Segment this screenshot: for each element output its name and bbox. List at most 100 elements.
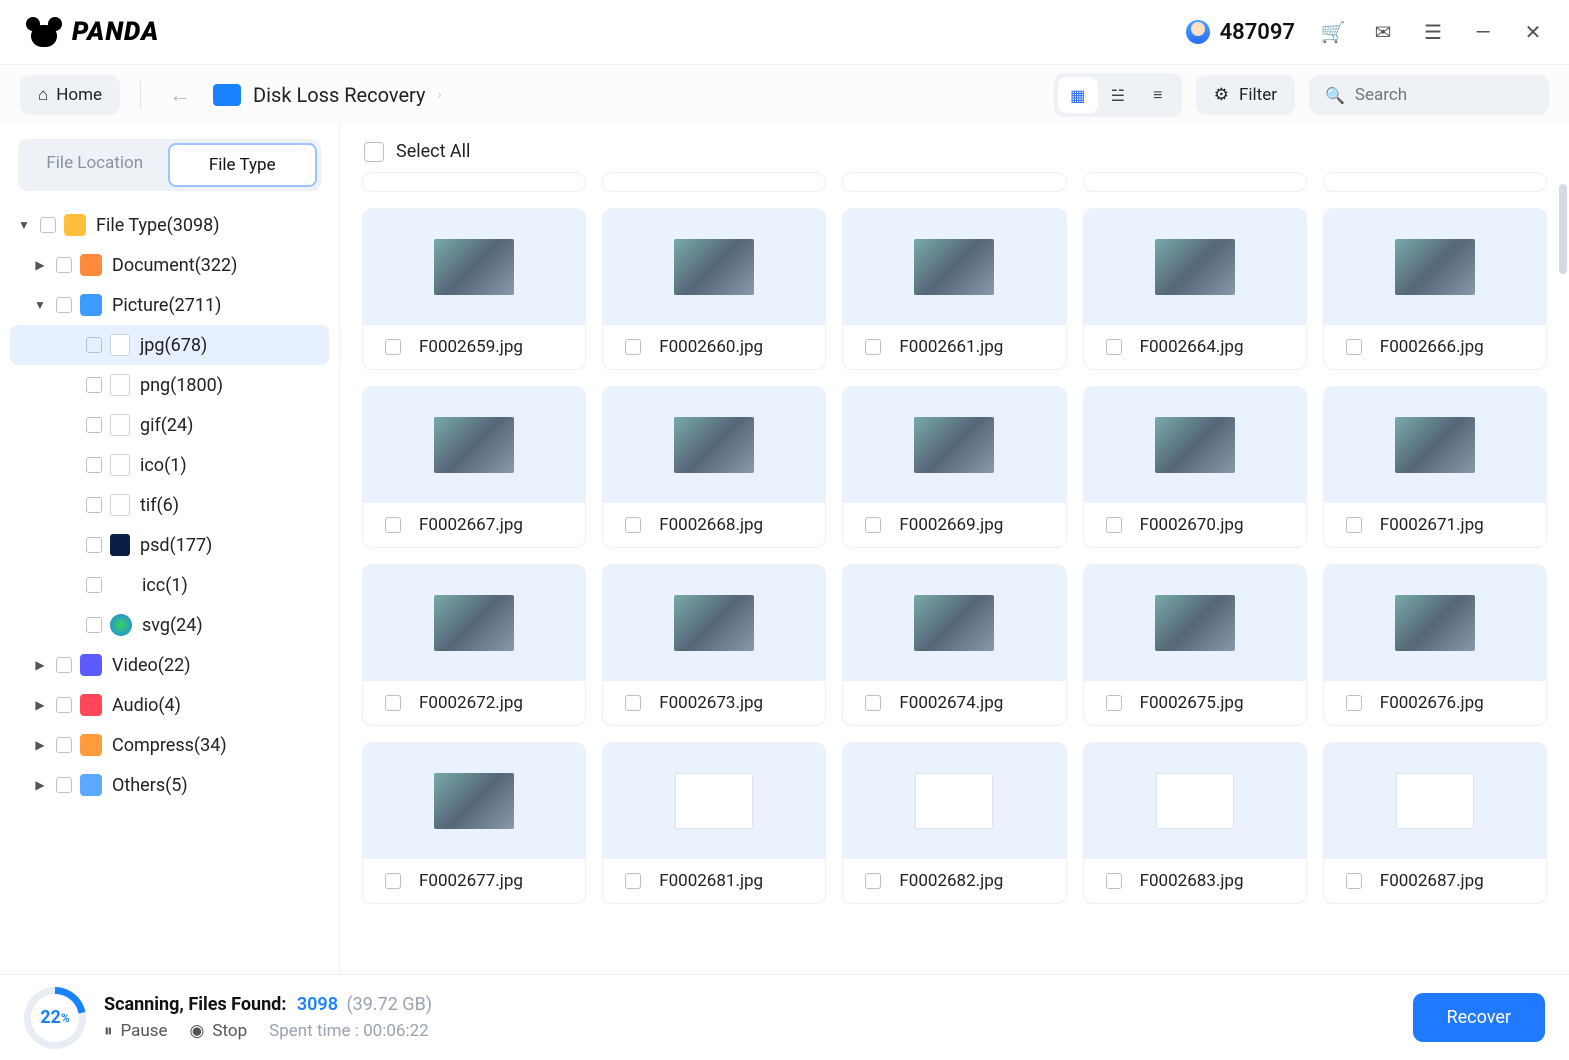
file-card[interactable]: F0002661.jpg [842, 208, 1066, 370]
tree-cat-others[interactable]: ▶ Others(5) [10, 765, 329, 805]
checkbox[interactable] [56, 297, 72, 313]
cart-icon[interactable]: 🛒 [1321, 20, 1345, 44]
home-button[interactable]: ⌂ Home [20, 75, 120, 115]
checkbox[interactable] [86, 617, 102, 633]
file-card[interactable]: F0002683.jpg [1083, 742, 1307, 904]
file-card[interactable]: F0002681.jpg [602, 742, 826, 904]
chevron-down-icon[interactable]: ▼ [32, 298, 48, 312]
file-card-partial[interactable] [602, 172, 826, 192]
tree-root-file-type[interactable]: ▼ File Type(3098) [10, 205, 329, 245]
user-points[interactable]: 487097 [1186, 20, 1295, 45]
file-checkbox[interactable] [385, 517, 401, 533]
tree-cat-document[interactable]: ▶ Document(322) [10, 245, 329, 285]
file-checkbox[interactable] [1346, 517, 1362, 533]
view-grid-button[interactable]: ▦ [1058, 77, 1098, 113]
file-card[interactable]: F0002659.jpg [362, 208, 586, 370]
checkbox[interactable] [40, 217, 56, 233]
file-card[interactable]: F0002670.jpg [1083, 386, 1307, 548]
file-checkbox[interactable] [625, 873, 641, 889]
checkbox[interactable] [86, 577, 102, 593]
file-card[interactable]: F0002666.jpg [1323, 208, 1547, 370]
file-checkbox[interactable] [1346, 339, 1362, 355]
tree-leaf-psd[interactable]: • psd(177) [10, 525, 329, 565]
tree-leaf-jpg[interactable]: • jpg(678) [10, 325, 329, 365]
stop-button[interactable]: ◉ Stop [190, 1021, 248, 1041]
checkbox[interactable] [56, 697, 72, 713]
file-checkbox[interactable] [1346, 695, 1362, 711]
file-card[interactable]: F0002677.jpg [362, 742, 586, 904]
file-card-partial[interactable] [1083, 172, 1307, 192]
file-card[interactable]: F0002673.jpg [602, 564, 826, 726]
file-checkbox[interactable] [385, 873, 401, 889]
search-input[interactable] [1355, 85, 1533, 105]
pause-button[interactable]: ⏸ Pause [104, 1021, 168, 1041]
file-checkbox[interactable] [1106, 873, 1122, 889]
file-card-partial[interactable] [1323, 172, 1547, 192]
tree-leaf-gif[interactable]: • gif(24) [10, 405, 329, 445]
file-card[interactable]: F0002660.jpg [602, 208, 826, 370]
scrollbar-thumb[interactable] [1559, 184, 1567, 274]
file-card[interactable]: F0002687.jpg [1323, 742, 1547, 904]
checkbox[interactable] [86, 417, 102, 433]
scrollbar[interactable] [1557, 172, 1567, 974]
file-checkbox[interactable] [1106, 517, 1122, 533]
chevron-right-icon[interactable]: ▶ [32, 658, 48, 672]
file-checkbox[interactable] [625, 339, 641, 355]
file-checkbox[interactable] [385, 695, 401, 711]
chevron-right-icon[interactable]: ▶ [32, 778, 48, 792]
checkbox[interactable] [56, 737, 72, 753]
file-card[interactable]: F0002675.jpg [1083, 564, 1307, 726]
filter-button[interactable]: ⚙ Filter [1196, 75, 1295, 115]
file-checkbox[interactable] [865, 873, 881, 889]
file-checkbox[interactable] [865, 695, 881, 711]
tab-file-type[interactable]: File Type [168, 143, 318, 187]
file-card[interactable]: F0002664.jpg [1083, 208, 1307, 370]
chevron-right-icon[interactable]: ▶ [32, 258, 48, 272]
tree-leaf-png[interactable]: • png(1800) [10, 365, 329, 405]
checkbox[interactable] [86, 337, 102, 353]
file-checkbox[interactable] [1346, 873, 1362, 889]
file-checkbox[interactable] [865, 517, 881, 533]
file-card-partial[interactable] [842, 172, 1066, 192]
tree-leaf-icc[interactable]: • icc(1) [10, 565, 329, 605]
file-checkbox[interactable] [385, 339, 401, 355]
recover-button[interactable]: Recover [1413, 993, 1545, 1042]
checkbox[interactable] [56, 657, 72, 673]
file-card[interactable]: F0002672.jpg [362, 564, 586, 726]
menu-icon[interactable]: ☰ [1421, 20, 1445, 44]
minimize-icon[interactable]: — [1471, 20, 1495, 44]
file-checkbox[interactable] [625, 695, 641, 711]
checkbox[interactable] [86, 457, 102, 473]
tree-cat-audio[interactable]: ▶ Audio(4) [10, 685, 329, 725]
file-checkbox[interactable] [625, 517, 641, 533]
file-grid-scroll[interactable]: F0002659.jpgF0002660.jpgF0002661.jpgF000… [340, 172, 1569, 974]
view-list-button[interactable]: ≡ [1138, 77, 1178, 113]
back-button[interactable]: ← [161, 82, 199, 108]
search-box[interactable]: 🔍 [1309, 75, 1549, 115]
file-card[interactable]: F0002676.jpg [1323, 564, 1547, 726]
mail-icon[interactable]: ✉ [1371, 20, 1395, 44]
file-card-partial[interactable] [362, 172, 586, 192]
file-card[interactable]: F0002667.jpg [362, 386, 586, 548]
file-checkbox[interactable] [1106, 339, 1122, 355]
select-all-checkbox[interactable] [364, 142, 384, 162]
file-checkbox[interactable] [1106, 695, 1122, 711]
tree-leaf-svg[interactable]: • svg(24) [10, 605, 329, 645]
checkbox[interactable] [56, 257, 72, 273]
close-icon[interactable]: ✕ [1521, 20, 1545, 44]
chevron-right-icon[interactable]: ▶ [32, 738, 48, 752]
tab-file-location[interactable]: File Location [22, 143, 168, 187]
tree-leaf-tif[interactable]: • tif(6) [10, 485, 329, 525]
checkbox[interactable] [56, 777, 72, 793]
chevron-right-icon[interactable]: ▶ [32, 698, 48, 712]
breadcrumb-label[interactable]: Disk Loss Recovery [253, 83, 425, 107]
view-detail-button[interactable]: ☱ [1098, 77, 1138, 113]
file-card[interactable]: F0002674.jpg [842, 564, 1066, 726]
file-checkbox[interactable] [865, 339, 881, 355]
file-card[interactable]: F0002669.jpg [842, 386, 1066, 548]
checkbox[interactable] [86, 537, 102, 553]
checkbox[interactable] [86, 377, 102, 393]
tree-cat-compress[interactable]: ▶ Compress(34) [10, 725, 329, 765]
checkbox[interactable] [86, 497, 102, 513]
tree-cat-video[interactable]: ▶ Video(22) [10, 645, 329, 685]
